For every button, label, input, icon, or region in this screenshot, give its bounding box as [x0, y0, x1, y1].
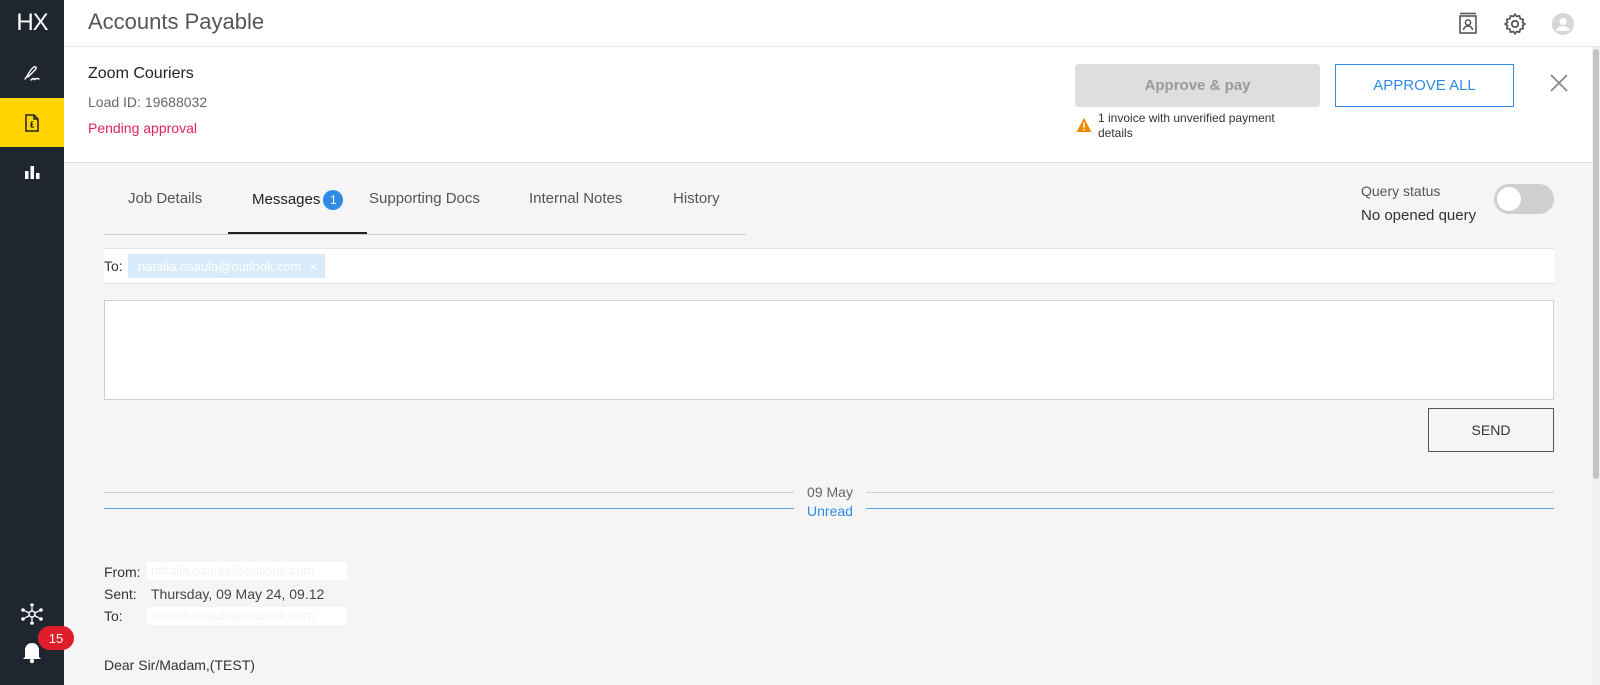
message-body: Dear Sir/Madam,(TEST): [104, 657, 255, 673]
to-value: natalia.osaula@outlook.com: [147, 607, 347, 625]
network-icon: [21, 602, 43, 625]
user-menu-button[interactable]: [1550, 11, 1576, 37]
date-divider-right: [866, 492, 1554, 493]
from-label: From:: [104, 564, 141, 580]
contacts-button[interactable]: [1455, 11, 1481, 37]
send-button[interactable]: SEND: [1428, 408, 1554, 452]
sent-value: Thursday, 09 May 24, 09.12: [151, 586, 325, 602]
tab-supporting-docs[interactable]: Supporting Docs: [369, 190, 480, 234]
query-toggle[interactable]: [1494, 184, 1554, 214]
contact-card-icon: [1459, 12, 1477, 34]
from-value: natalia.osaula@outlook.com: [147, 562, 347, 580]
logo-text: HX: [16, 9, 48, 36]
nav-reports[interactable]: [0, 147, 64, 196]
tab-messages[interactable]: Messages 1: [228, 190, 368, 234]
recipient-email: natalia.osaula@outlook.com: [138, 258, 302, 274]
user-avatar-icon: [1552, 13, 1574, 35]
recipient-chip[interactable]: natalia.osaula@outlook.com ×: [128, 254, 326, 278]
recipient-field[interactable]: To: natalia.osaula@outlook.com ×: [104, 248, 1554, 284]
top-bar: Accounts Payable: [64, 0, 1600, 47]
thread-date: 09 May: [807, 484, 853, 500]
unread-marker: Unread: [807, 503, 853, 519]
tab-label: Supporting Docs: [369, 190, 480, 207]
settings-button[interactable]: [1502, 11, 1528, 37]
approve-all-button[interactable]: APPROVE ALL: [1335, 64, 1514, 107]
close-button[interactable]: [1545, 69, 1573, 97]
remove-recipient-icon[interactable]: ×: [310, 259, 318, 274]
message-input[interactable]: [104, 300, 1554, 400]
status-label: Pending approval: [88, 120, 197, 136]
tab-history[interactable]: History: [673, 190, 720, 234]
close-icon: [1550, 74, 1568, 92]
tab-label: History: [673, 190, 720, 207]
nav-invoices[interactable]: [0, 98, 64, 147]
tab-label: Internal Notes: [529, 190, 623, 207]
tab-bar: Job Details Messages 1 Supporting Docs In…: [104, 180, 746, 235]
tab-label: Job Details: [128, 190, 203, 207]
invoice-icon: [25, 113, 39, 132]
supplier-name: Zoom Couriers: [88, 65, 194, 82]
hx-logo[interactable]: HX: [0, 0, 64, 46]
date-divider-left: [104, 492, 794, 493]
tab-internal-notes[interactable]: Internal Notes: [529, 190, 622, 234]
tab-job-details[interactable]: Job Details: [128, 190, 202, 234]
nav-signature[interactable]: [0, 49, 64, 98]
tab-label: Messages: [252, 190, 321, 208]
unread-count-badge: 1: [323, 190, 344, 210]
payment-warning: 1 invoice with unverified payment detail…: [1076, 111, 1298, 141]
notification-count-badge: 15: [38, 626, 74, 650]
warning-text: 1 invoice with unverified payment detail…: [1098, 111, 1275, 140]
load-header: Zoom Couriers Load ID: 19688032 Pending …: [64, 47, 1592, 163]
gear-icon: [1504, 13, 1526, 35]
query-status-label: Query status: [1361, 183, 1441, 199]
warning-icon: [1076, 118, 1092, 132]
unread-divider-right: [866, 508, 1554, 509]
to-meta-label: To:: [104, 608, 123, 624]
to-label: To:: [104, 258, 123, 274]
query-status-value: No opened query: [1361, 207, 1477, 224]
unread-divider-left: [104, 508, 794, 509]
scrollbar-thumb[interactable]: [1593, 49, 1599, 479]
sent-label: Sent:: [104, 586, 137, 602]
load-id: Load ID: 19688032: [88, 94, 208, 110]
sidebar: HX 15: [0, 0, 74, 685]
approve-and-pay-button[interactable]: Approve & pay: [1075, 64, 1320, 107]
signature-icon: [24, 65, 40, 81]
bar-chart-icon: [25, 165, 40, 179]
page-title: Accounts Payable: [88, 9, 265, 34]
toggle-knob: [1497, 187, 1521, 211]
